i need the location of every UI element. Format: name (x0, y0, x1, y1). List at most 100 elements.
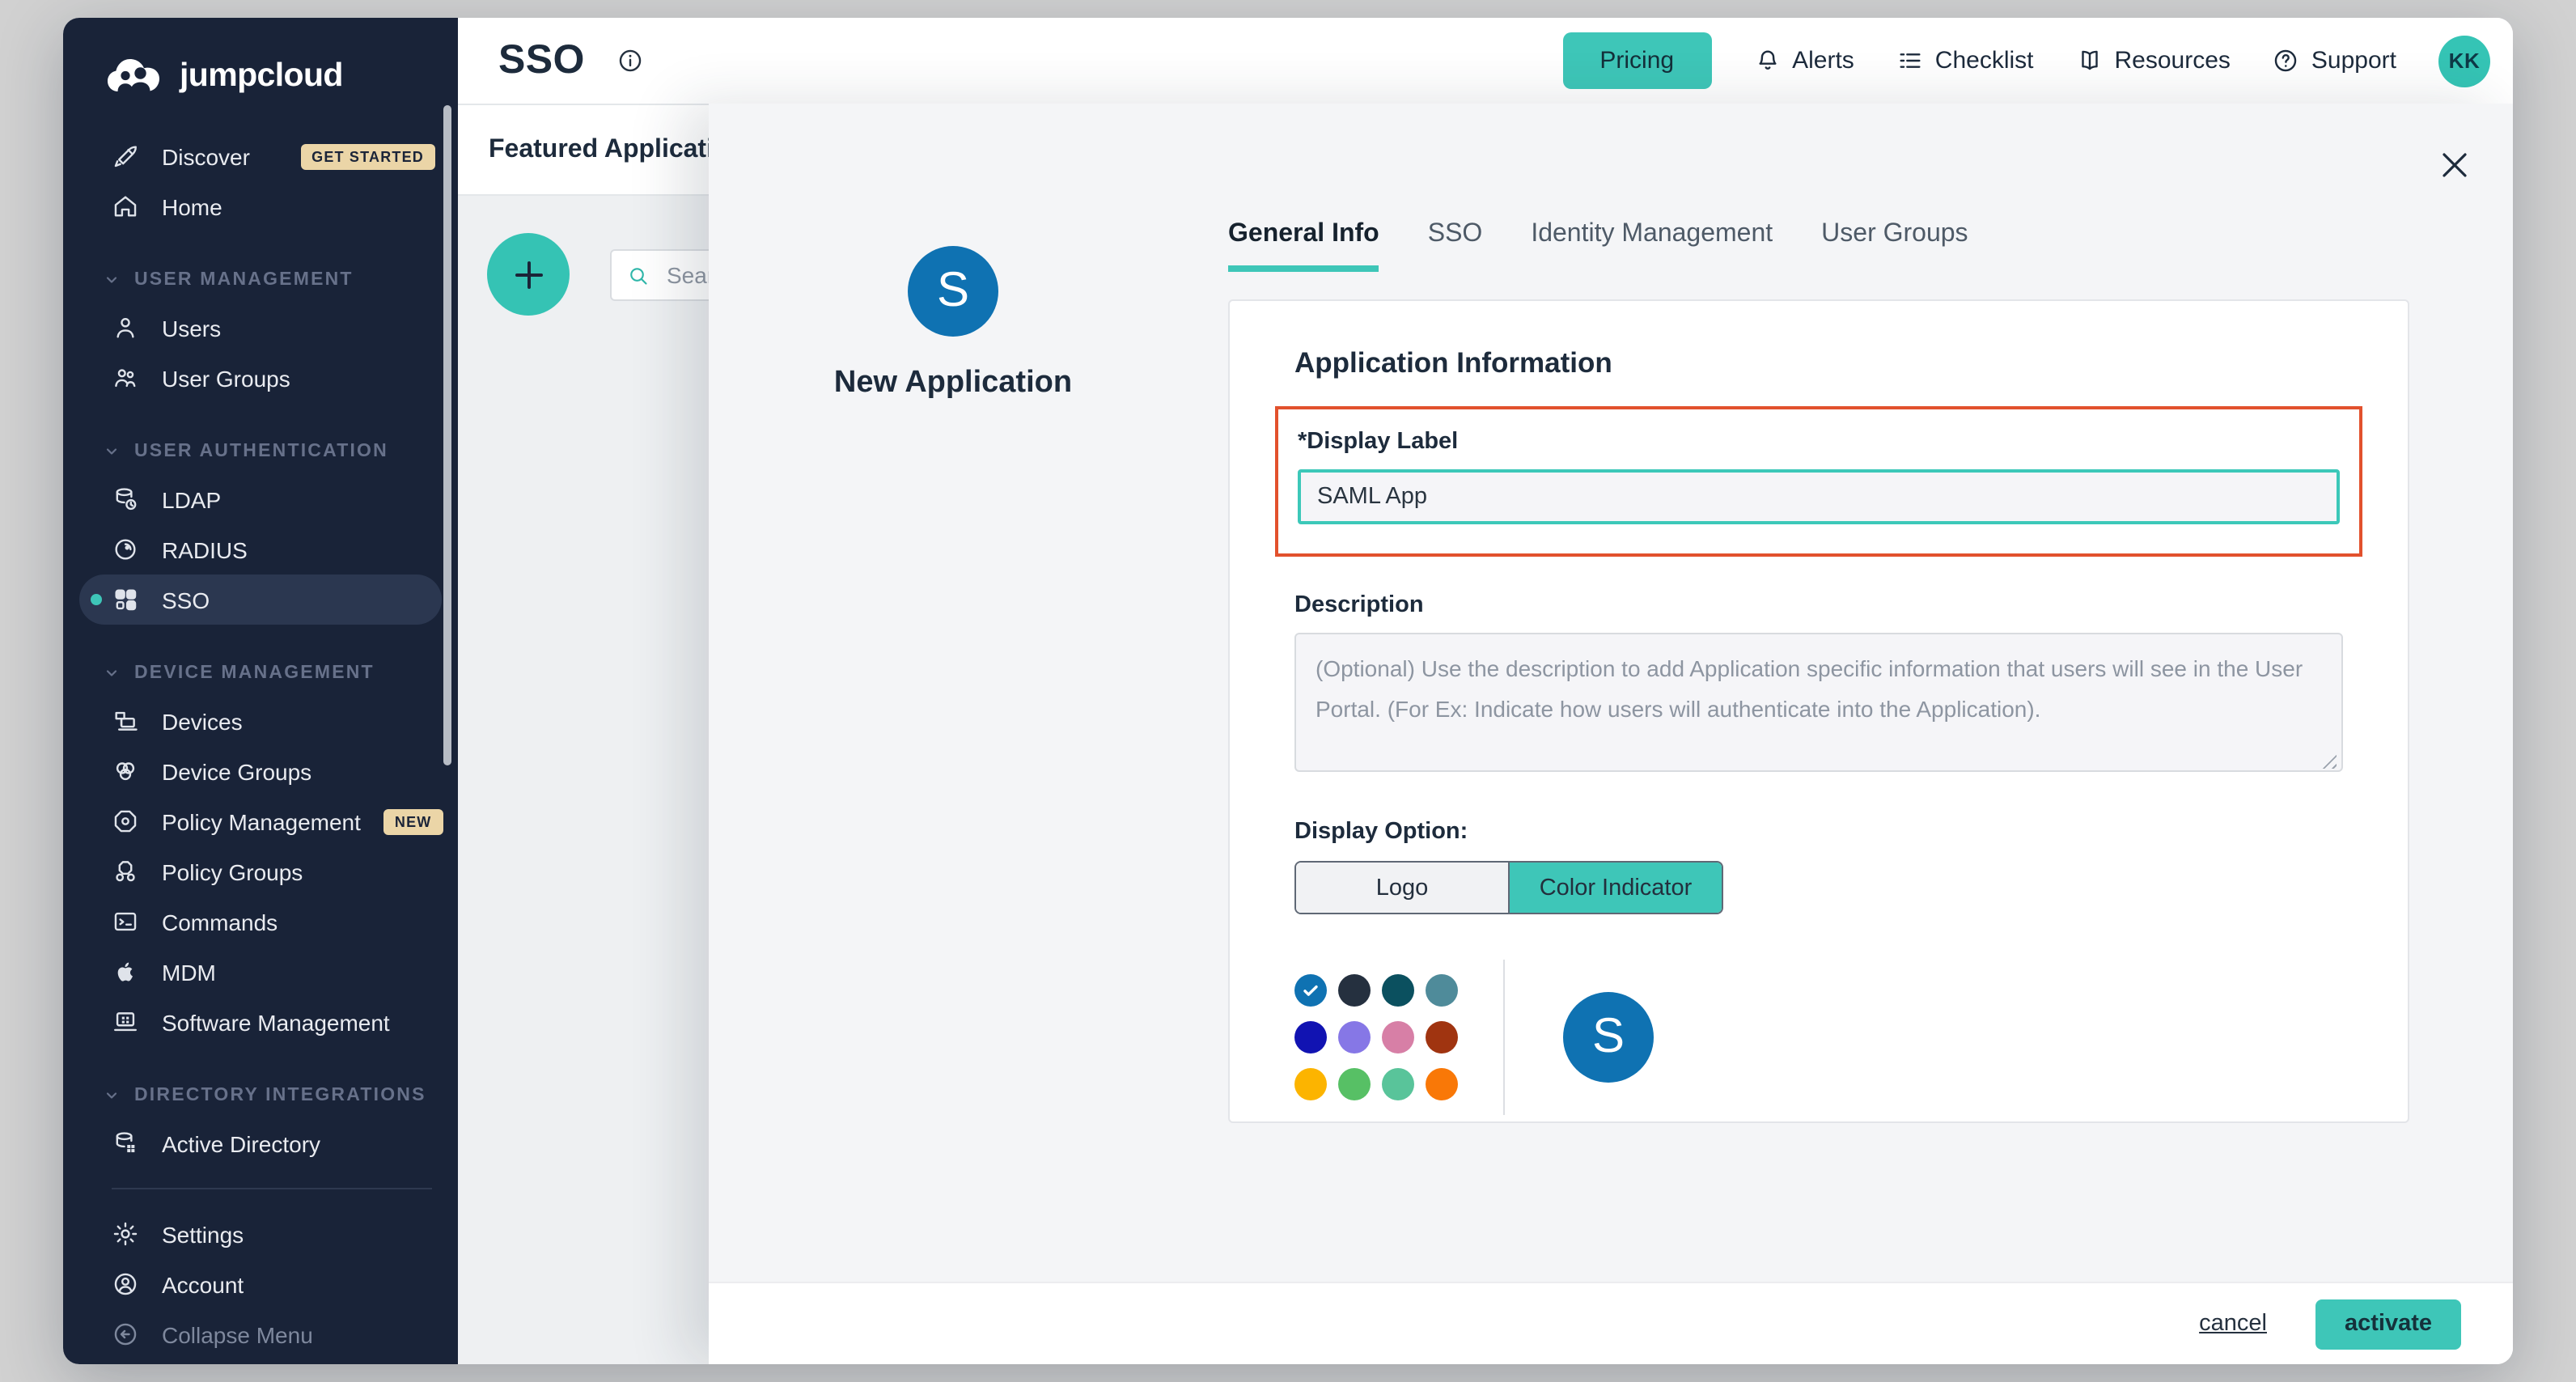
color-swatch-8677e6[interactable] (1338, 1021, 1371, 1053)
main-area: SSO Pricing Alerts Checklist Resources Supp… (458, 18, 2513, 1364)
sidebar-item-radius[interactable]: RADIUS (63, 524, 458, 574)
sidebar-item-label: Device Groups (162, 758, 311, 784)
tab-general-info[interactable]: General Info (1228, 220, 1379, 272)
activate-button[interactable]: activate (2315, 1299, 2461, 1349)
sidebar-item-label: Collapse Menu (162, 1321, 313, 1347)
sidebar-item-policy-groups[interactable]: Policy Groups (63, 846, 458, 897)
display-option-color-indicator[interactable]: Color Indicator (1508, 863, 1722, 913)
display-option-logo[interactable]: Logo (1296, 863, 1508, 913)
gear-icon (112, 1220, 139, 1248)
sidebar-item-ldap[interactable]: LDAP (63, 474, 458, 524)
color-swatch-4f8b9a[interactable] (1426, 974, 1458, 1007)
modal-tabs: General Info SSO Identity Management User G… (1228, 220, 1968, 272)
display-label-input[interactable] (1298, 469, 2340, 524)
header-action-alerts[interactable]: Alerts (1753, 47, 1854, 74)
color-swatch-1113b2[interactable] (1294, 1021, 1327, 1053)
color-swatch-0f72b2[interactable] (1294, 974, 1327, 1007)
color-swatch-0b505f[interactable] (1382, 974, 1414, 1007)
checklist-icon (1896, 47, 1924, 74)
user-avatar[interactable]: KK (2438, 35, 2490, 87)
octagon-group-icon (112, 858, 139, 885)
sidebar-item-sso[interactable]: SSO (79, 574, 442, 625)
sidebar-item-software-management[interactable]: Software Management (63, 997, 458, 1047)
screenshot-canvas: jumpcloud DiscoverGET STARTED Home USER MA… (0, 0, 2576, 1382)
person-circle-icon (112, 1270, 139, 1298)
question-circle-icon (2273, 47, 2300, 74)
sidebar-item-settings[interactable]: Settings (63, 1209, 458, 1259)
application-information-card: Application Information *Display Label D… (1228, 299, 2409, 1123)
sidebar-item-account[interactable]: Account (63, 1259, 458, 1309)
sidebar-item-active-directory[interactable]: Active Directory (63, 1118, 458, 1168)
sidebar-item-label: LDAP (162, 486, 221, 512)
display-option-label: Display Option: (1294, 819, 2343, 845)
chevron-down-icon (104, 272, 120, 288)
sidebar-item-label: Settings (162, 1221, 244, 1247)
sidebar-items-container: DiscoverGET STARTED Home USER MANAGEMENT Us… (63, 131, 458, 1359)
sidebar-section-directory-integrations[interactable]: DIRECTORY INTEGRATIONS (63, 1073, 458, 1118)
sidebar-item-mdm[interactable]: MDM (63, 947, 458, 997)
color-swatch-59c49a[interactable] (1382, 1068, 1414, 1100)
sidebar-item-collapse-menu[interactable]: Collapse Menu (63, 1309, 458, 1359)
home-icon (112, 193, 139, 220)
color-swatch-57c065[interactable] (1338, 1068, 1371, 1100)
header-action-label: Alerts (1792, 47, 1854, 74)
color-swatch-fcb400[interactable] (1294, 1068, 1327, 1100)
top-header-bar: SSO Pricing Alerts Checklist Resources Supp… (458, 18, 2513, 105)
chevron-down-icon (104, 1087, 120, 1104)
jumpcloud-logo-text: jumpcloud (180, 57, 343, 95)
pricing-button[interactable]: Pricing (1562, 32, 1711, 89)
header-actions: Pricing AlertsChecklistResourcesSupport … (1562, 32, 2490, 89)
color-swatch-25303f[interactable] (1338, 974, 1371, 1007)
sidebar-item-label: Software Management (162, 1009, 390, 1035)
sidebar-section-device-management[interactable]: DEVICE MANAGEMENT (63, 651, 458, 696)
grid-icon (112, 586, 139, 613)
radar-icon (112, 536, 139, 563)
jumpcloud-logo[interactable]: jumpcloud (63, 18, 458, 112)
sidebar-item-label: RADIUS (162, 536, 248, 562)
sidebar-nav: jumpcloud DiscoverGET STARTED Home USER MA… (63, 18, 458, 1364)
sidebar-item-label: MDM (162, 959, 216, 985)
header-action-checklist[interactable]: Checklist (1896, 47, 2034, 74)
tab-user-groups[interactable]: User Groups (1821, 220, 1968, 272)
sidebar-item-devices[interactable]: Devices (63, 696, 458, 746)
bell-icon (1753, 47, 1781, 74)
color-swatch-d77fa6[interactable] (1382, 1021, 1414, 1053)
sidebar-item-home[interactable]: Home (63, 181, 458, 231)
sidebar-item-commands[interactable]: Commands (63, 897, 458, 947)
modal-footer: cancel activate (709, 1282, 2513, 1364)
sidebar-section-user-management[interactable]: USER MANAGEMENT (63, 257, 458, 303)
header-action-support[interactable]: Support (2273, 47, 2396, 74)
header-action-items: Alerts Checklist Resources Support (1753, 47, 2396, 74)
sidebar-item-device-groups[interactable]: Device Groups (63, 746, 458, 796)
sidebar-section-label: USER AUTHENTICATION (134, 442, 388, 461)
sidebar-item-label: Users (162, 315, 221, 341)
sidebar-item-badge: NEW (383, 808, 443, 834)
header-action-resources[interactable]: Resources (2076, 47, 2231, 74)
cancel-button[interactable]: cancel (2199, 1311, 2267, 1337)
sidebar-item-label: Home (162, 193, 222, 219)
sidebar-item-users[interactable]: Users (63, 303, 458, 353)
sidebar-section-label: DIRECTORY INTEGRATIONS (134, 1086, 426, 1105)
sidebar-item-discover[interactable]: DiscoverGET STARTED (63, 131, 458, 181)
modal-close-button[interactable] (2435, 146, 2474, 184)
sidebar-divider (112, 1188, 432, 1189)
octagon-dot-icon (112, 808, 139, 835)
app-window: jumpcloud DiscoverGET STARTED Home USER MA… (63, 18, 2513, 1364)
sidebar-item-badge: GET STARTED (300, 143, 435, 169)
page-title: SSO (498, 37, 585, 84)
sidebar-scrollbar-thumb[interactable] (443, 105, 451, 765)
sidebar-item-user-groups[interactable]: User Groups (63, 353, 458, 403)
color-swatch-f97807[interactable] (1426, 1068, 1458, 1100)
sidebar-section-label: USER MANAGEMENT (134, 270, 354, 290)
description-textarea[interactable] (1294, 633, 2343, 772)
sidebar-section-user-authentication[interactable]: USER AUTHENTICATION (63, 429, 458, 474)
sidebar-item-label: Account (162, 1271, 244, 1297)
tab-sso[interactable]: SSO (1428, 220, 1483, 272)
check-icon (1301, 981, 1320, 1000)
sidebar-item-label: Policy Management (162, 808, 361, 834)
color-swatch-a03410[interactable] (1426, 1021, 1458, 1053)
info-icon[interactable] (617, 47, 645, 74)
add-application-button[interactable] (487, 233, 570, 316)
sidebar-item-policy-management[interactable]: Policy Management NEW (63, 796, 458, 846)
tab-identity-management[interactable]: Identity Management (1531, 220, 1773, 272)
